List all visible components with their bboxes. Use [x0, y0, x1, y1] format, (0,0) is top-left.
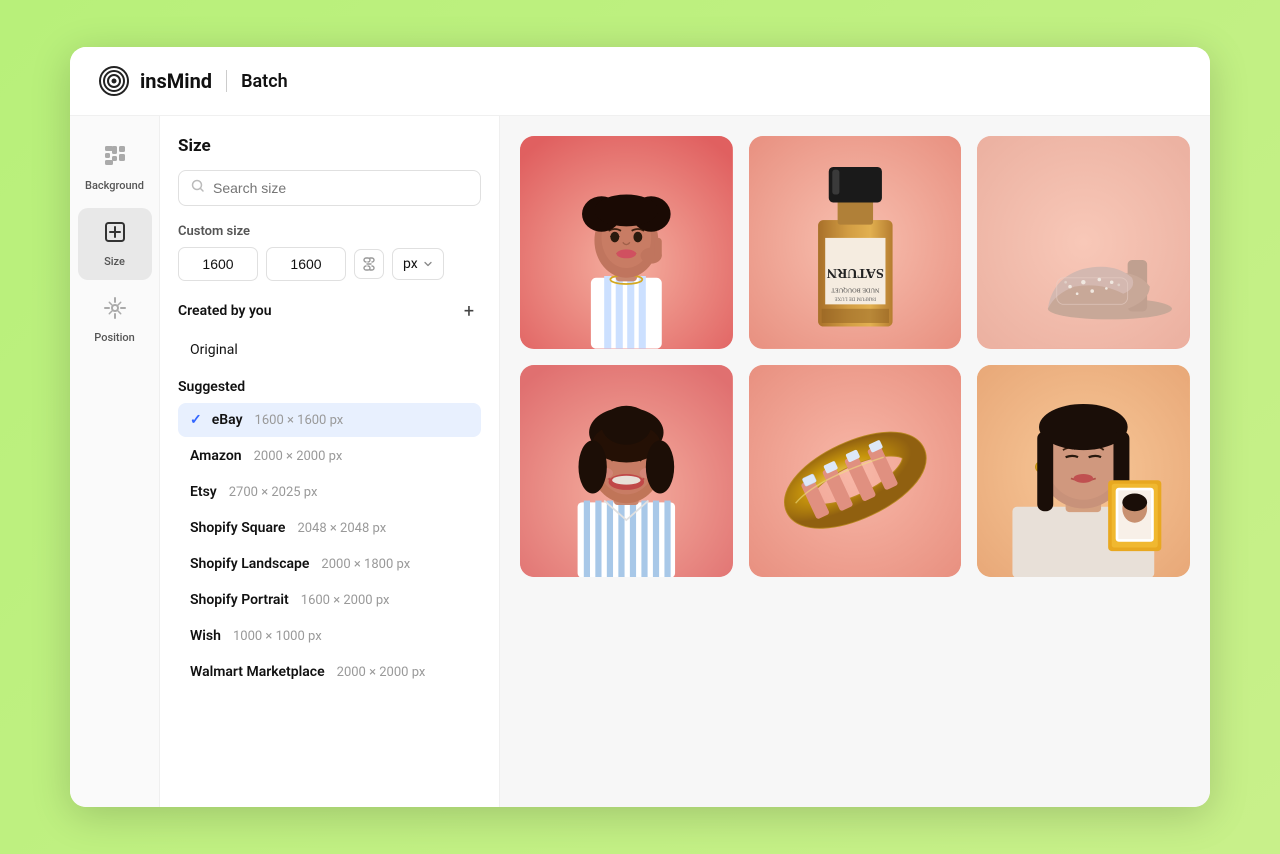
- main-layout: Background Size: [70, 116, 1210, 807]
- sidebar-item-background[interactable]: Background: [78, 132, 152, 204]
- shopify-portrait-name: Shopify Portrait: [190, 592, 289, 608]
- position-icon: [103, 296, 127, 326]
- size-option-ebay[interactable]: ✓ eBay 1600 × 1600 px: [178, 403, 481, 437]
- shopify-portrait-dims: 1600 × 2000 px: [301, 593, 390, 608]
- logo-icon: [98, 65, 130, 97]
- wish-name: Wish: [190, 628, 221, 644]
- wish-dims: 1000 × 1000 px: [233, 629, 322, 644]
- content-area: SATURN NUDE BOUQUET PARFUM DE LUXE: [500, 116, 1210, 807]
- shopify-landscape-dims: 2000 × 1800 px: [321, 557, 410, 572]
- etsy-name: Etsy: [190, 484, 217, 500]
- app-header: insMind Batch: [70, 47, 1210, 116]
- size-option-walmart[interactable]: Walmart Marketplace 2000 × 2000 px: [178, 655, 481, 689]
- add-custom-size-button[interactable]: +: [457, 299, 481, 323]
- svg-text:SATURN: SATURN: [826, 265, 884, 281]
- shopify-square-name: Shopify Square: [190, 520, 285, 536]
- walmart-dims: 2000 × 2000 px: [337, 665, 426, 680]
- ebay-dims: 1600 × 1600 px: [255, 413, 344, 428]
- sidebar-position-label: Position: [94, 331, 135, 344]
- custom-size-row: px: [178, 247, 481, 281]
- search-size-input[interactable]: [213, 180, 468, 196]
- perfume-svg: SATURN NUDE BOUQUET PARFUM DE LUXE: [749, 136, 962, 349]
- original-size-option[interactable]: Original: [178, 333, 481, 367]
- sidebar-background-label: Background: [85, 179, 144, 192]
- size-option-shopify-portrait[interactable]: Shopify Portrait 1600 × 2000 px: [178, 583, 481, 617]
- woman3-svg: [977, 365, 1190, 578]
- ebay-name: eBay: [212, 412, 243, 428]
- size-option-shopify-square[interactable]: Shopify Square 2048 × 2048 px: [178, 511, 481, 545]
- search-size-box[interactable]: [178, 170, 481, 206]
- created-by-row: Created by you +: [178, 299, 481, 323]
- image-grid: SATURN NUDE BOUQUET PARFUM DE LUXE: [520, 136, 1190, 577]
- size-option-etsy[interactable]: Etsy 2700 × 2025 px: [178, 475, 481, 509]
- unit-value: px: [403, 256, 418, 272]
- check-icon: ✓: [190, 412, 202, 428]
- suggested-sizes-list: ✓ eBay 1600 × 1600 px Amazon 2000 × 2000…: [178, 403, 481, 689]
- sidebar-size-label: Size: [104, 255, 125, 268]
- ring-svg: [749, 365, 962, 578]
- created-by-label: Created by you: [178, 303, 272, 319]
- original-label: Original: [190, 342, 238, 358]
- etsy-dims: 2700 × 2025 px: [229, 485, 318, 500]
- suggested-label: Suggested: [178, 379, 481, 395]
- shopify-square-dims: 2048 × 2048 px: [297, 521, 386, 536]
- sidebar-item-position[interactable]: Position: [78, 284, 152, 356]
- image-card-perfume: SATURN NUDE BOUQUET PARFUM DE LUXE: [749, 136, 962, 349]
- amazon-dims: 2000 × 2000 px: [254, 449, 343, 464]
- shopify-landscape-name: Shopify Landscape: [190, 556, 309, 572]
- unit-selector[interactable]: px: [392, 248, 444, 280]
- image-card-woman1: [520, 136, 733, 349]
- image-card-shoe: [977, 136, 1190, 349]
- svg-text:PARFUM DE LUXE: PARFUM DE LUXE: [834, 295, 875, 300]
- logo-area: insMind: [98, 65, 212, 97]
- image-card-woman2: [520, 365, 733, 578]
- size-option-wish[interactable]: Wish 1000 × 1000 px: [178, 619, 481, 653]
- size-option-amazon[interactable]: Amazon 2000 × 2000 px: [178, 439, 481, 473]
- image-card-woman3: [977, 365, 1190, 578]
- search-icon: [191, 179, 205, 197]
- width-input[interactable]: [178, 247, 258, 281]
- shoe-svg: [977, 136, 1190, 349]
- size-panel: Size Custom size: [160, 116, 500, 807]
- size-icon: [103, 220, 127, 250]
- image-card-ring: [749, 365, 962, 578]
- svg-text:NUDE BOUQUET: NUDE BOUQUET: [831, 286, 880, 293]
- sidebar: Background Size: [70, 116, 160, 807]
- walmart-name: Walmart Marketplace: [190, 664, 325, 680]
- logo-text: insMind: [140, 69, 212, 93]
- size-option-shopify-landscape[interactable]: Shopify Landscape 2000 × 1800 px: [178, 547, 481, 581]
- woman1-svg: [520, 136, 733, 349]
- height-input[interactable]: [266, 247, 346, 281]
- custom-size-label: Custom size: [178, 224, 481, 239]
- panel-title: Size: [178, 136, 481, 156]
- background-icon: [103, 144, 127, 174]
- link-dimensions-button[interactable]: [354, 249, 384, 279]
- header-divider: [226, 70, 227, 92]
- woman2-svg: [520, 365, 733, 578]
- amazon-name: Amazon: [190, 448, 242, 464]
- batch-title: Batch: [241, 71, 288, 92]
- sidebar-item-size[interactable]: Size: [78, 208, 152, 280]
